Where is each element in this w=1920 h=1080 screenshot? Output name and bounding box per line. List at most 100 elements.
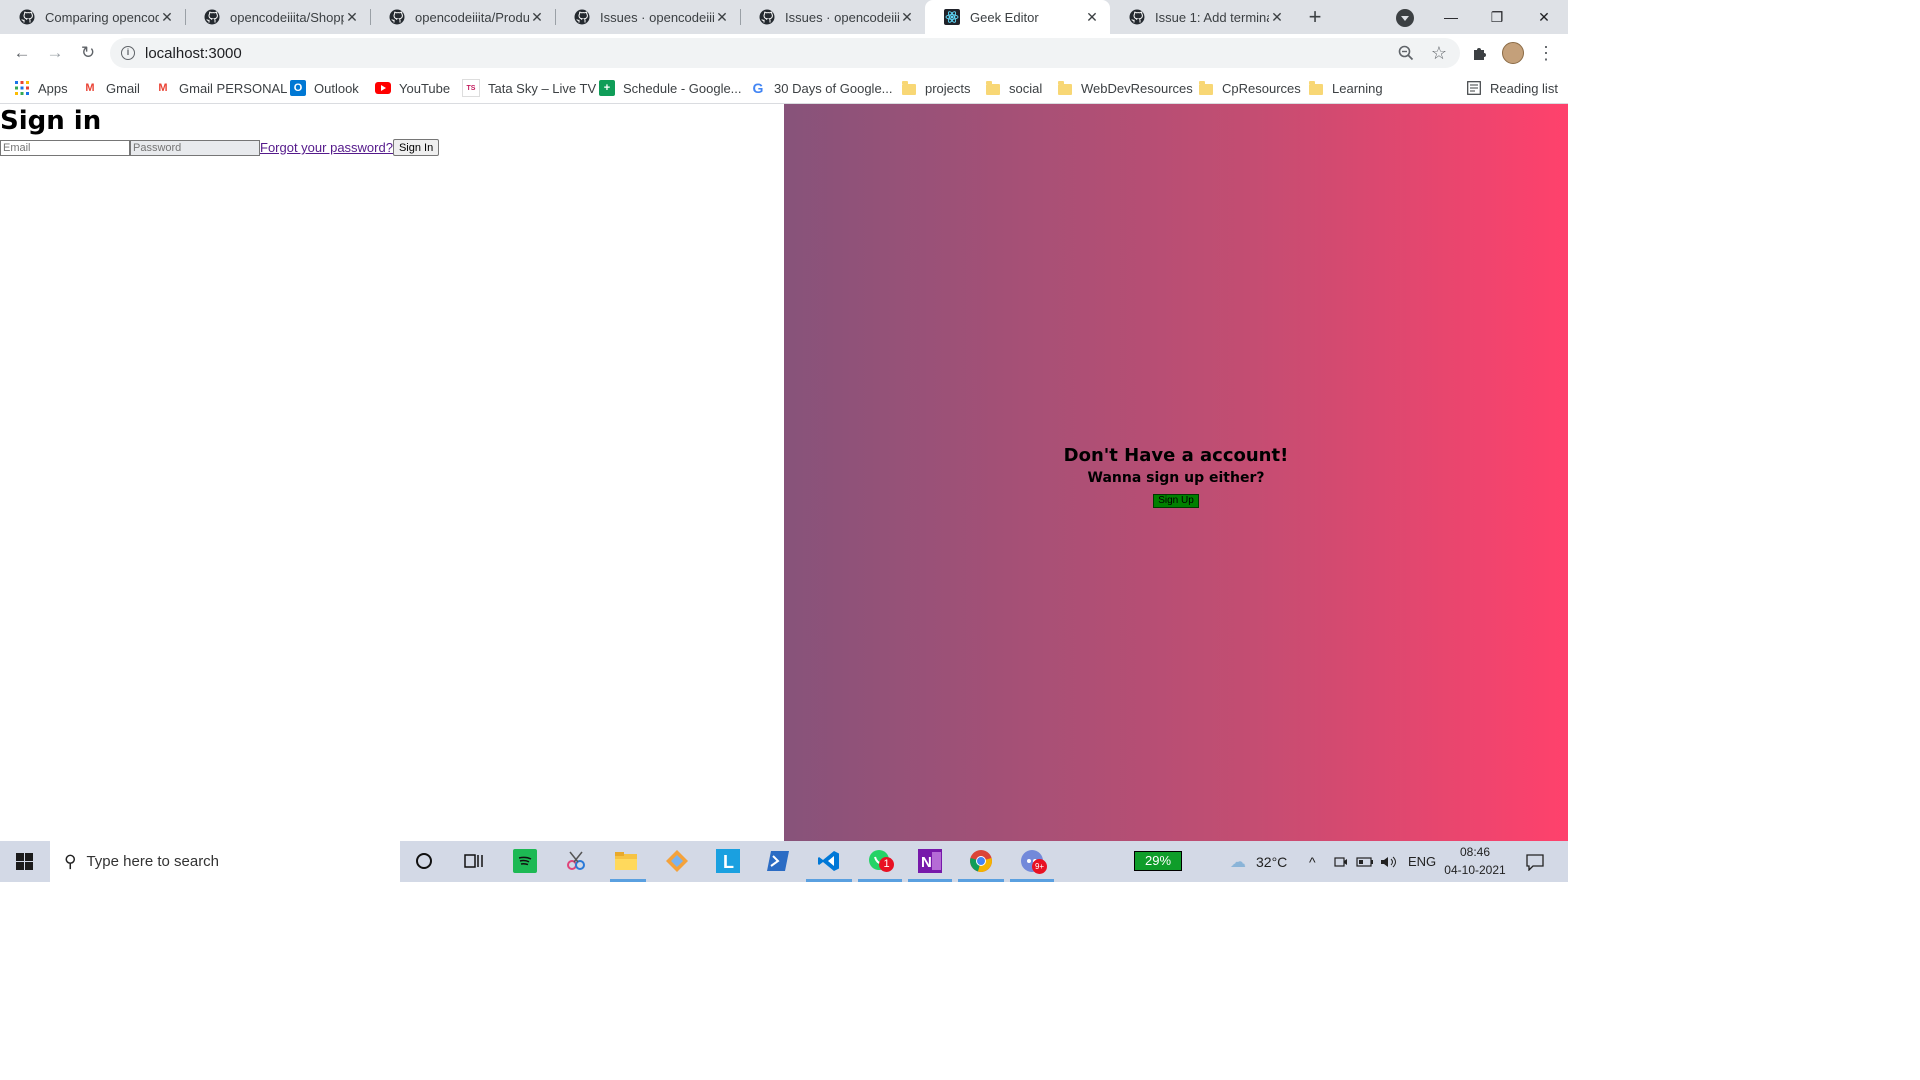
bookmark-30-days[interactable]: G 30 Days of Google...: [750, 78, 893, 98]
clock-date: 04-10-2021: [1444, 863, 1506, 877]
spotify-icon[interactable]: [513, 849, 537, 873]
extensions-puzzle-icon[interactable]: [1469, 42, 1491, 64]
notification-badge: 9+: [1032, 859, 1047, 874]
reading-list-button[interactable]: Reading list: [1466, 78, 1558, 98]
signup-subheading: Wanna sign up either?: [1087, 470, 1265, 486]
back-arrow-icon[interactable]: ←: [11, 42, 33, 64]
action-center-icon[interactable]: [1525, 841, 1545, 882]
chrome-icon[interactable]: [969, 849, 993, 873]
bookmark-label: Schedule - Google...: [623, 80, 742, 96]
tab-4[interactable]: Issues · opencodeiiita/ ✕: [740, 0, 925, 34]
meet-now-icon[interactable]: [1334, 841, 1348, 882]
notification-badge: 1: [879, 857, 894, 872]
task-view-icon[interactable]: [462, 849, 486, 873]
bookmark-tatasky[interactable]: TS Tata Sky – Live TV: [462, 78, 596, 98]
close-icon[interactable]: ✕: [1084, 9, 1100, 26]
launcher-l-icon[interactable]: L: [716, 849, 740, 873]
file-explorer-icon[interactable]: [614, 849, 638, 873]
weather-cloud-icon: ☁: [1230, 853, 1246, 871]
sign-in-button[interactable]: Sign In: [392, 139, 440, 156]
bookmark-label: WebDevResources: [1081, 80, 1193, 96]
cortana-icon[interactable]: [412, 849, 436, 873]
address-bar[interactable]: i localhost:3000: [110, 38, 1460, 68]
forgot-password-link[interactable]: Forgot your password?: [260, 140, 393, 155]
bookmark-folder-social[interactable]: social: [985, 78, 1042, 98]
page-viewport: Sign in Forgot your password? Sign In Do…: [0, 104, 1568, 841]
windows-start-icon[interactable]: [16, 853, 33, 870]
close-window-icon[interactable]: ✕: [1521, 0, 1567, 34]
zoom-icon[interactable]: [1395, 42, 1417, 64]
taskbar-clock[interactable]: 08:46 04-10-2021: [1440, 843, 1510, 879]
bookmark-outlook[interactable]: O Outlook: [290, 78, 359, 98]
profile-avatar[interactable]: [1502, 42, 1524, 64]
sign-up-button[interactable]: Sign Up: [1153, 494, 1199, 508]
bookmark-label: Gmail: [106, 80, 140, 96]
url-text[interactable]: localhost:3000: [145, 45, 242, 62]
gmail-icon: M: [85, 82, 95, 94]
chevron-up-icon[interactable]: ^: [1309, 841, 1316, 882]
close-icon[interactable]: ✕: [529, 9, 545, 26]
tab-6[interactable]: Issue 1: Add terminal ✕: [1110, 0, 1295, 34]
close-icon[interactable]: ✕: [714, 9, 730, 26]
reload-icon[interactable]: ↻: [77, 42, 99, 64]
email-field[interactable]: [0, 139, 130, 156]
taskbar-search-box[interactable]: ⚲ Type here to search: [50, 841, 400, 882]
bookmark-apps[interactable]: Apps: [14, 78, 68, 98]
password-field[interactable]: [130, 139, 260, 156]
github-icon: [204, 9, 220, 25]
bookmark-star-icon[interactable]: ☆: [1428, 42, 1450, 64]
bookmark-gmail-personal[interactable]: M Gmail PERSONAL: [155, 78, 287, 98]
whatsapp-icon[interactable]: 1: [868, 849, 894, 873]
weather-widget[interactable]: ☁ 32°C: [1230, 841, 1287, 882]
tab-3[interactable]: Issues · opencodeiiita/ ✕: [555, 0, 740, 34]
vscode-icon[interactable]: [817, 849, 841, 873]
close-icon[interactable]: ✕: [159, 9, 175, 26]
bookmark-folder-learning[interactable]: Learning: [1308, 78, 1383, 98]
tab-title: Issue 1: Add terminal: [1155, 9, 1269, 25]
onenote-icon[interactable]: N: [918, 849, 942, 873]
tab-1[interactable]: opencodeiiita/Shopping ✕: [185, 0, 370, 34]
folder-icon: [901, 80, 917, 96]
outlook-icon: O: [290, 80, 306, 96]
github-icon: [19, 9, 35, 25]
discord-icon[interactable]: 9+: [1020, 849, 1047, 874]
google-icon: G: [752, 80, 764, 96]
bookmark-schedule[interactable]: + Schedule - Google...: [599, 78, 742, 98]
forward-arrow-icon[interactable]: →: [44, 42, 66, 64]
tatasky-icon: TS: [462, 79, 480, 97]
bookmark-youtube[interactable]: YouTube: [375, 78, 450, 98]
menu-kebab-icon[interactable]: ⋮: [1535, 42, 1557, 64]
github-icon: [759, 9, 775, 25]
bookmark-gmail[interactable]: M Gmail: [82, 78, 140, 98]
volume-icon[interactable]: [1380, 841, 1398, 882]
battery-status-icon[interactable]: [1356, 841, 1374, 882]
tab-title: Issues · opencodeiiita/: [600, 9, 714, 25]
close-icon[interactable]: ✕: [899, 9, 915, 26]
minimize-icon[interactable]: —: [1428, 0, 1474, 34]
windows-taskbar: ⚲ Type here to search L 1 N 9+ 29% ☁ 32°…: [0, 841, 1568, 882]
tab-search-icon[interactable]: [1396, 9, 1414, 27]
bookmark-folder-projects[interactable]: projects: [901, 78, 971, 98]
site-info-icon[interactable]: i: [121, 46, 135, 60]
new-tab-button[interactable]: +: [1295, 0, 1335, 34]
tab-5-active[interactable]: Geek Editor ✕: [925, 0, 1110, 34]
tab-0[interactable]: Comparing opencodeiiita ✕: [0, 0, 185, 34]
language-indicator[interactable]: ENG: [1408, 841, 1436, 882]
tab-strip: Comparing opencodeiiita ✕ opencodeiiita/…: [0, 0, 1568, 34]
bookmark-label: Gmail PERSONAL: [179, 80, 288, 96]
git-kraken-icon[interactable]: [665, 849, 689, 873]
close-icon[interactable]: ✕: [344, 9, 360, 26]
tab-title: opencodeiiita/Shopping: [230, 9, 344, 25]
bookmark-folder-webdev[interactable]: WebDevResources: [1057, 78, 1193, 98]
folder-icon: [1198, 80, 1214, 96]
apps-grid-icon: [14, 80, 30, 96]
close-icon[interactable]: ✕: [1269, 9, 1285, 26]
battery-meter[interactable]: 29%: [1134, 851, 1182, 871]
snip-sketch-icon[interactable]: [564, 849, 588, 873]
restore-icon[interactable]: ❐: [1474, 0, 1520, 34]
tab-2[interactable]: opencodeiiita/Product ✕: [370, 0, 555, 34]
bookmark-folder-cpresources[interactable]: CpResources: [1198, 78, 1301, 98]
clock-time: 08:46: [1459, 845, 1491, 859]
powershell-icon[interactable]: [766, 849, 790, 873]
folder-icon: [985, 80, 1001, 96]
